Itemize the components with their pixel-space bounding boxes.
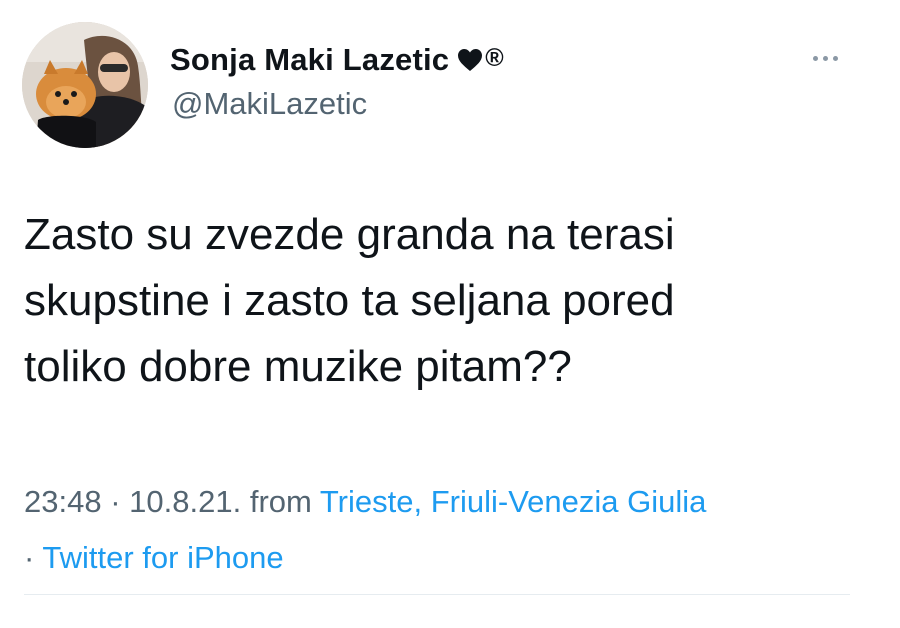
- tweet-card: Sonja Maki Lazetic ® @MakiLazetic Zasto …: [0, 0, 900, 628]
- source-link[interactable]: Twitter for iPhone: [42, 540, 283, 575]
- author-name-row: Sonja Maki Lazetic ®: [170, 40, 504, 80]
- display-name[interactable]: Sonja Maki Lazetic: [170, 42, 449, 78]
- tweet-text: Zasto su zvezde granda na terasi skupsti…: [24, 202, 824, 400]
- more-dot-icon: [812, 55, 818, 61]
- meta-separator: ·: [110, 484, 121, 519]
- avatar[interactable]: [22, 22, 148, 148]
- heart-icon: [457, 48, 483, 72]
- registered-mark: ®: [485, 43, 504, 72]
- tweet-time[interactable]: 23:48: [24, 484, 102, 519]
- avatar-photo: [22, 22, 148, 148]
- tweet-date[interactable]: 10.8.21.: [129, 484, 241, 519]
- more-dot-icon: [832, 55, 838, 61]
- meta-separator: ·: [24, 540, 35, 575]
- divider: [24, 594, 850, 595]
- more-dot-icon: [822, 55, 828, 61]
- tweet-text-line: toliko dobre muzike pitam??: [24, 342, 572, 391]
- from-label: from: [249, 484, 312, 519]
- author-handle[interactable]: @MakiLazetic: [172, 86, 367, 122]
- tweet-text-line: Zasto su zvezde granda na terasi: [24, 210, 675, 259]
- tweet-text-line: skupstine i zasto ta seljana pored: [24, 276, 675, 325]
- tweet-meta: 23:48 · 10.8.21. from Trieste, Friuli-Ve…: [24, 474, 864, 586]
- location-link[interactable]: Trieste, Friuli-Venezia Giulia: [320, 484, 707, 519]
- more-options-button[interactable]: [802, 46, 848, 70]
